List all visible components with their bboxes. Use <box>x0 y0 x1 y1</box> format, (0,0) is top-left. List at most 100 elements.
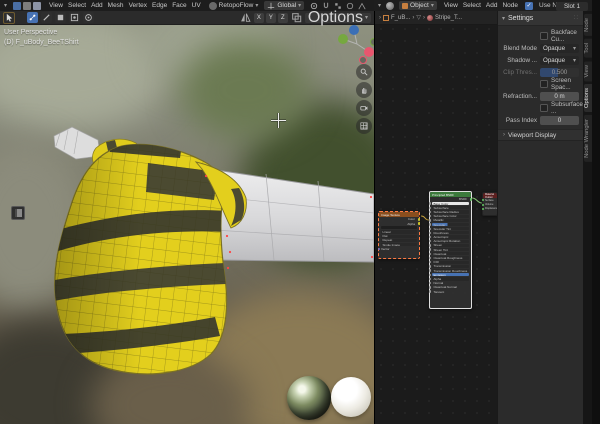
clip-threshold-slider[interactable]: 0.500 <box>540 68 579 77</box>
node-property-row-transmission-roughness[interactable]: Transmission Roughness <box>432 269 469 273</box>
node-input-row-surface[interactable]: Surface <box>485 199 495 203</box>
node-input-row-volume[interactable]: Volume <box>485 203 495 207</box>
bee-shirt-mesh[interactable] <box>0 0 374 424</box>
socket-icon[interactable] <box>429 244 431 246</box>
retopoflow-menu[interactable]: RetopoFlow ▾ <box>209 2 259 10</box>
viewport-display-panel[interactable]: › Viewport Display <box>498 129 583 141</box>
subsurface-translucency-checkbox[interactable] <box>540 104 548 112</box>
annotation-chip[interactable] <box>11 206 25 220</box>
node-property-row-specular-tint[interactable]: Specular Tint <box>432 227 469 231</box>
backface-culling-checkbox[interactable] <box>540 32 548 40</box>
socket-icon[interactable] <box>429 202 431 204</box>
node-property-row-subsurface-color[interactable]: Subsurface Color <box>432 214 469 218</box>
socket-icon[interactable] <box>429 269 431 271</box>
socket-icon[interactable] <box>418 218 420 220</box>
menu-item-edge[interactable]: Edge <box>150 2 169 9</box>
sidebar-tab-node-wrangler[interactable]: Node Wrangler <box>584 115 592 162</box>
node-property-row-sheen[interactable]: Sheen <box>432 244 469 248</box>
sidebar-tab-node[interactable]: Node <box>584 14 592 36</box>
perspective-toggle-button[interactable] <box>356 118 372 134</box>
node-property-row-anisotropic[interactable]: Anisotropic <box>432 235 469 239</box>
socket-icon[interactable] <box>429 215 431 217</box>
node-property-row-normal[interactable]: Normal <box>432 281 469 285</box>
socket-icon[interactable] <box>418 222 420 224</box>
image-texture-node[interactable]: Image Texture ColorAlpha LinearFlatRepea… <box>378 211 420 259</box>
node-property-row-base-color[interactable]: Base Color <box>432 202 469 206</box>
axis-toggle-button-y[interactable]: Y <box>266 13 276 23</box>
editor-type-chevron-icon[interactable]: ▾ <box>378 2 381 9</box>
menu-item-face[interactable]: Face <box>170 2 188 9</box>
panel-grip-icon[interactable]: :: <box>574 15 579 21</box>
node-dropdown-row-flat[interactable]: Flat <box>381 234 417 238</box>
node-property-row-tangent[interactable]: Tangent <box>432 290 469 294</box>
socket-icon[interactable] <box>429 265 431 267</box>
socket-icon[interactable] <box>429 286 431 288</box>
active-tool-button[interactable] <box>3 12 15 24</box>
node-property-row-specular[interactable]: Specular <box>432 223 469 227</box>
editor-type-chevron-icon[interactable]: ▾ <box>4 2 7 9</box>
transform-orientation-dropdown[interactable]: Global ▾ <box>264 1 304 10</box>
node-property-row-emission[interactable]: Emission <box>432 273 469 277</box>
menu-item-node[interactable]: Node <box>500 2 520 9</box>
socket-icon[interactable] <box>429 207 431 209</box>
menu-item-add[interactable]: Add <box>89 2 105 9</box>
node-dropdown-row-linear[interactable]: Linear <box>381 230 417 234</box>
sidebar-tab-tool[interactable]: Tool <box>584 39 592 58</box>
node-property-row-clearcoat-normal[interactable]: Clearcoat Normal <box>432 286 469 290</box>
socket-icon[interactable] <box>429 282 431 284</box>
node-property-row-alpha[interactable]: Alpha <box>432 277 469 281</box>
use-nodes-checkbox[interactable]: ✓ <box>525 2 533 10</box>
pan-tool-button[interactable] <box>356 82 372 98</box>
socket-icon[interactable] <box>429 236 431 238</box>
snap-overlap-icon[interactable] <box>291 12 302 23</box>
sidebar-tab-options[interactable]: Options <box>584 84 592 112</box>
socket-icon[interactable] <box>429 248 431 250</box>
node-title[interactable]: Material Output <box>483 193 497 198</box>
node-property-row-roughness[interactable]: Roughness <box>432 231 469 235</box>
node-property-row-ior[interactable]: IOR <box>432 260 469 264</box>
node-property-row-subsurface-radius[interactable]: Subsurface Radius <box>432 210 469 214</box>
node-property-row-clearcoat-roughness[interactable]: Clearcoat Roughness <box>432 256 469 260</box>
xray-toggle-button[interactable] <box>69 12 80 23</box>
shader-type-dropdown[interactable]: Object ▾ <box>399 1 437 10</box>
node-output-row-alpha[interactable]: Alpha <box>381 222 417 226</box>
axis-toggle-button-x[interactable]: X <box>254 13 264 23</box>
principled-bsdf-node[interactable]: Principled BSDF BSDF Base ColorSubsurfac… <box>429 191 472 309</box>
node-editor-canvas[interactable]: Image Texture ColorAlpha LinearFlatRepea… <box>374 11 497 424</box>
settings-panel-header[interactable]: ▾ Settings :: <box>498 11 583 26</box>
socket-icon[interactable] <box>429 290 431 292</box>
node-property-row-clearcoat[interactable]: Clearcoat <box>432 252 469 256</box>
mirror-icon[interactable] <box>240 12 251 23</box>
blend-mode-dropdown[interactable]: Opaque▾ <box>540 44 579 53</box>
viewport-3d[interactable]: User Perspective (D) F_uBody_BeeTShirt <box>0 0 374 424</box>
menu-item-vertex[interactable]: Vertex <box>127 2 149 9</box>
overlay-toggle-button[interactable] <box>83 12 94 23</box>
camera-view-button[interactable] <box>356 100 372 116</box>
sidebar-tab-view[interactable]: View <box>584 61 592 81</box>
select-mode-edge-button[interactable] <box>41 12 52 23</box>
select-mode-face-button[interactable] <box>55 12 66 23</box>
node-input-row-displacement[interactable]: Displacement <box>485 207 495 211</box>
socket-icon[interactable] <box>429 223 431 225</box>
socket-icon[interactable] <box>429 228 431 230</box>
bsdf-output-row[interactable]: BSDF <box>432 198 469 202</box>
menu-item-uv[interactable]: UV <box>190 2 203 9</box>
socket-icon[interactable] <box>429 274 431 276</box>
select-mode-vertex-button[interactable] <box>27 12 38 23</box>
axis-toggle-button-z[interactable]: Z <box>278 13 288 23</box>
material-output-node[interactable]: Material Output SurfaceVolumeDisplacemen… <box>482 192 497 216</box>
socket-icon[interactable] <box>429 232 431 234</box>
node-property-row-sheen-tint[interactable]: Sheen Tint <box>432 248 469 252</box>
image-selector-row[interactable] <box>381 226 417 230</box>
socket-icon[interactable] <box>482 204 484 206</box>
node-dropdown-row-repeat[interactable]: Repeat <box>381 239 417 243</box>
socket-icon[interactable] <box>429 257 431 259</box>
viewport-scene[interactable] <box>0 0 374 424</box>
socket-icon[interactable] <box>482 208 484 210</box>
shadow-mode-dropdown[interactable]: Opaque▾ <box>540 56 579 65</box>
node-title[interactable]: Image Texture <box>379 212 419 217</box>
socket-icon[interactable] <box>429 219 431 221</box>
node-property-row-subsurface[interactable]: Subsurface <box>432 206 469 210</box>
zoom-tool-button[interactable] <box>356 64 372 80</box>
node-title[interactable]: Principled BSDF <box>430 192 471 197</box>
